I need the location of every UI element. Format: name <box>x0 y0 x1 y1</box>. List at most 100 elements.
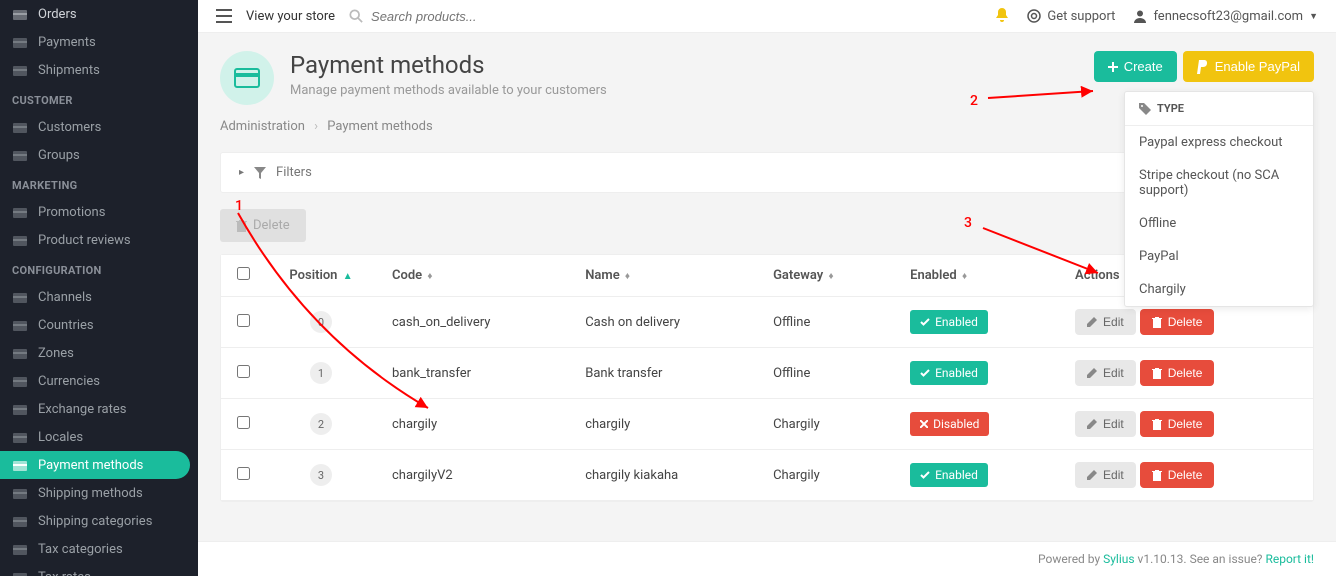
bell-icon[interactable] <box>995 8 1009 24</box>
sort-icon: ♦ <box>828 271 833 282</box>
sidebar-item-groups[interactable]: Groups <box>0 141 198 169</box>
sidebar-item-countries[interactable]: Countries <box>0 311 198 339</box>
create-label: Create <box>1124 59 1163 74</box>
sidebar-item-label: Customers <box>38 120 101 135</box>
user-icon <box>1133 9 1147 23</box>
delete-button[interactable]: Delete <box>1140 360 1215 386</box>
menu-heading: CUSTOMER <box>0 84 198 113</box>
col-position[interactable]: Position ▲ <box>266 255 376 297</box>
bulk-delete-button[interactable]: Delete <box>220 209 306 242</box>
breadcrumb-root[interactable]: Administration <box>220 119 305 134</box>
plus-icon <box>1108 62 1118 72</box>
archive-icon <box>12 147 28 163</box>
dropdown-item[interactable]: Chargily <box>1125 273 1313 306</box>
footer-issue-text: . See an issue? <box>1183 552 1265 566</box>
sidebar-item-label: Countries <box>38 318 94 333</box>
user-menu[interactable]: fennecsoft23@gmail.com ▼ <box>1133 9 1318 24</box>
enable-paypal-button[interactable]: Enable PayPal <box>1183 51 1314 82</box>
sidebar-item-shipments[interactable]: Shipments <box>0 56 198 84</box>
dropdown-item[interactable]: Paypal express checkout <box>1125 126 1313 159</box>
dropdown-item[interactable]: Stripe checkout (no SCA support) <box>1125 159 1313 207</box>
sidebar-item-zones[interactable]: Zones <box>0 339 198 367</box>
sidebar-item-exchange-rates[interactable]: Exchange rates <box>0 395 198 423</box>
sidebar-item-channels[interactable]: Channels <box>0 283 198 311</box>
position-badge: 1 <box>310 362 332 384</box>
view-store-link[interactable]: View your store <box>246 9 335 24</box>
globe-icon <box>12 345 28 361</box>
dropdown-header: TYPE <box>1125 92 1313 126</box>
status-badge: Enabled <box>910 310 988 334</box>
cell-code: chargilyV2 <box>376 450 569 501</box>
sidebar-item-locales[interactable]: Locales <box>0 423 198 451</box>
sidebar-item-label: Tax categories <box>38 542 123 557</box>
delete-button[interactable]: Delete <box>1140 411 1215 437</box>
sidebar-item-tax-rates[interactable]: Tax rates <box>0 563 198 576</box>
sidebar-item-label: Shipping categories <box>38 514 152 529</box>
col-enabled[interactable]: Enabled ♦ <box>894 255 1059 297</box>
sort-up-icon: ▲ <box>343 271 353 282</box>
dropdown-header-label: TYPE <box>1157 102 1184 115</box>
position-badge: 2 <box>310 413 332 435</box>
cell-gateway: Offline <box>757 297 894 348</box>
delete-button[interactable]: Delete <box>1140 462 1215 488</box>
sidebar-item-payment-methods[interactable]: Payment methods <box>0 451 190 479</box>
table-row: 3chargilyV2chargily kiakahaChargilyEnabl… <box>221 450 1313 501</box>
create-button[interactable]: Create <box>1094 51 1177 82</box>
edit-button[interactable]: Edit <box>1075 411 1136 437</box>
status-icon <box>920 420 928 428</box>
select-all-checkbox[interactable] <box>237 267 250 280</box>
search-icon <box>349 9 363 23</box>
row-checkbox[interactable] <box>237 416 250 429</box>
dropdown-item[interactable]: PayPal <box>1125 240 1313 273</box>
row-checkbox[interactable] <box>237 467 250 480</box>
sidebar-item-currencies[interactable]: Currencies <box>0 367 198 395</box>
sidebar-item-label: Groups <box>38 148 80 163</box>
dropdown-item[interactable]: Offline <box>1125 207 1313 240</box>
user-email: fennecsoft23@gmail.com <box>1153 9 1303 24</box>
trash-icon <box>1152 368 1162 379</box>
col-name[interactable]: Name ♦ <box>569 255 757 297</box>
search-input[interactable] <box>371 9 571 24</box>
col-code[interactable]: Code ♦ <box>376 255 569 297</box>
lang-icon <box>12 429 28 445</box>
filters-label: Filters <box>276 165 312 180</box>
delete-button[interactable]: Delete <box>1140 309 1215 335</box>
page-title: Payment methods <box>290 51 607 79</box>
cell-gateway: Chargily <box>757 450 894 501</box>
edit-button[interactable]: Edit <box>1075 462 1136 488</box>
sort-icon: ♦ <box>625 271 630 282</box>
edit-button[interactable]: Edit <box>1075 309 1136 335</box>
sidebar-item-tax-categories[interactable]: Tax categories <box>0 535 198 563</box>
sidebar-item-shipping-categories[interactable]: Shipping categories <box>0 507 198 535</box>
sidebar-item-promotions[interactable]: Promotions <box>0 198 198 226</box>
sidebar-item-orders[interactable]: Orders <box>0 0 198 28</box>
sidebar-item-shipping-methods[interactable]: Shipping methods <box>0 479 198 507</box>
get-support-link[interactable]: Get support <box>1027 9 1115 24</box>
page-actions: Create Enable PayPal TYPE Paypal express… <box>1094 51 1314 82</box>
sidebar-item-label: Promotions <box>38 205 105 220</box>
footer-link[interactable]: Sylius <box>1103 552 1134 566</box>
sidebar-item-product-reviews[interactable]: Product reviews <box>0 226 198 254</box>
money-icon <box>12 569 28 576</box>
footer: Powered by Sylius v1.10.13. See an issue… <box>198 541 1336 576</box>
sidebar-item-payments[interactable]: Payments <box>0 28 198 56</box>
list-icon <box>12 513 28 529</box>
edit-button[interactable]: Edit <box>1075 360 1136 386</box>
card-icon <box>12 457 28 473</box>
footer-report-link[interactable]: Report it! <box>1265 552 1314 566</box>
cell-name: Cash on delivery <box>569 297 757 348</box>
sort-icon: ♦ <box>427 271 432 282</box>
content: Payment methods Manage payment methods a… <box>198 33 1336 541</box>
status-badge: Enabled <box>910 361 988 385</box>
cell-name: chargily kiakaha <box>569 450 757 501</box>
sidebar-item-customers[interactable]: Customers <box>0 113 198 141</box>
cell-code: cash_on_delivery <box>376 297 569 348</box>
trash-icon <box>1152 317 1162 328</box>
menu-heading: MARKETING <box>0 169 198 198</box>
col-gateway[interactable]: Gateway ♦ <box>757 255 894 297</box>
sidebar-item-label: Locales <box>38 430 83 445</box>
row-checkbox[interactable] <box>237 314 250 327</box>
menu-toggle-icon[interactable] <box>216 9 232 23</box>
bulk-delete-label: Delete <box>253 218 290 233</box>
row-checkbox[interactable] <box>237 365 250 378</box>
